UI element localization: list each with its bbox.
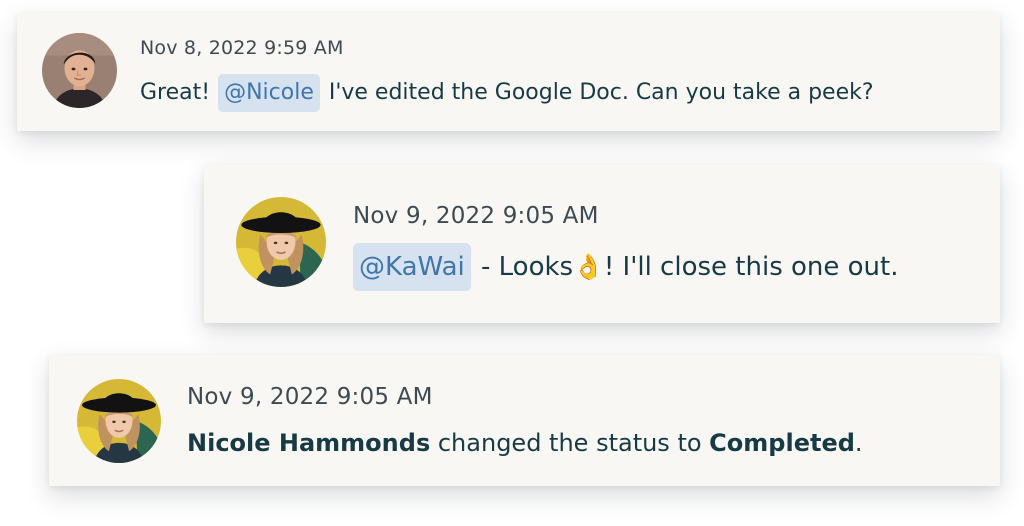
avatar-photo-woman: [236, 197, 326, 287]
message-text: ! I'll close this one out.: [603, 252, 899, 282]
avatar-photo-woman: [77, 379, 161, 463]
status-event-card: Nov 9, 2022 9:05 AM Nicole Hammonds chan…: [49, 355, 1000, 486]
actor-name: Nicole Hammonds: [187, 429, 431, 457]
ok-hand-emoji: 👌: [573, 252, 604, 281]
message-text: .: [854, 429, 863, 457]
comment-message: @KaWai - Looks👌! I'll close this one out…: [353, 243, 899, 291]
avatar-kawai[interactable]: [42, 33, 117, 108]
message-text: Great!: [140, 80, 218, 105]
mention-nicole[interactable]: @Nicole: [218, 74, 320, 112]
comment-timestamp: Nov 9, 2022 9:05 AM: [353, 203, 599, 229]
mention-kawai[interactable]: @KaWai: [353, 243, 471, 291]
comment-card: Nov 8, 2022 9:59 AM Great! @Nicole I've …: [17, 13, 1000, 131]
avatar-nicole[interactable]: [236, 197, 326, 287]
avatar-photo-man: [42, 33, 117, 108]
avatar-nicole[interactable]: [77, 379, 161, 463]
event-timestamp: Nov 9, 2022 9:05 AM: [187, 384, 433, 410]
message-text: I've edited the Google Doc. Can you take…: [321, 80, 874, 105]
message-text: - Looks: [472, 252, 574, 282]
comment-card: Nov 9, 2022 9:05 AM @KaWai - Looks👌! I'l…: [204, 165, 1000, 323]
comment-timestamp: Nov 8, 2022 9:59 AM: [140, 37, 344, 59]
message-text: changed the status to: [430, 429, 710, 457]
status-change-message: Nicole Hammonds changed the status to Co…: [187, 425, 863, 461]
comment-message: Great! @Nicole I've edited the Google Do…: [140, 74, 874, 112]
status-value: Completed: [709, 429, 855, 457]
